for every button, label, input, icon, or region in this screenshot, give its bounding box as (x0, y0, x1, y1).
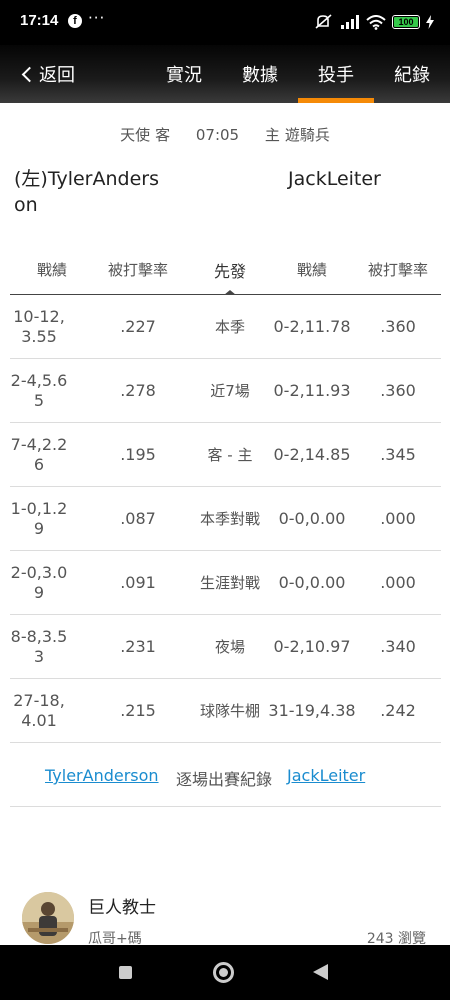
battery-percent: 100 (398, 17, 414, 27)
back-triangle-icon[interactable] (313, 964, 328, 980)
split-label: 夜場 (214, 638, 245, 656)
right-avg: .360 (380, 317, 416, 336)
divider (10, 806, 441, 807)
right-record: 0-2,10.97 (273, 637, 351, 656)
battery-icon: 100 (392, 15, 420, 29)
active-tab-indicator (298, 98, 374, 103)
stats-table-header: 戰績 被打擊率 先發 戰績 被打擊率 (10, 250, 441, 295)
right-avg: .360 (380, 381, 416, 400)
split-label: 本季對戰 (199, 510, 260, 528)
header-right-record: 戰績 (296, 261, 327, 279)
split-label: 近7場 (210, 382, 250, 400)
right-avg: .345 (380, 445, 416, 464)
left-avg: .278 (120, 381, 156, 400)
back-button[interactable]: 返回 (21, 61, 75, 87)
left-pitcher-game-log-link[interactable]: TylerAnderson (45, 766, 159, 785)
right-pitcher-game-log-link[interactable]: JackLeiter (287, 766, 365, 785)
tab-live[interactable]: 實況 (166, 61, 202, 87)
table-row: 2-4,5.65 .278 近7場 0-2,11.93 .360 (10, 359, 441, 423)
right-record: 31-19,4.38 (268, 701, 356, 720)
game-log-links: TylerAnderson 逐場出賽紀錄 JackLeiter (0, 766, 450, 789)
chevron-left-icon (21, 66, 38, 83)
left-record: 2-4,5.65 (10, 371, 68, 410)
left-record: 2-0,3.09 (10, 563, 68, 602)
right-record: 0-2,14.85 (273, 445, 351, 464)
left-avg: .227 (120, 317, 156, 336)
back-label: 返回 (39, 65, 75, 86)
status-icons: 100 (314, 12, 434, 32)
right-avg: .000 (380, 573, 416, 592)
table-row: 10-12,3.55 .227 本季 0-2,11.78 .360 (10, 295, 441, 359)
recent-apps-icon[interactable] (119, 966, 132, 979)
left-record: 1-0,1.29 (10, 499, 68, 538)
right-avg: .340 (380, 637, 416, 656)
system-navigation-bar (0, 945, 450, 1000)
charging-icon (426, 15, 434, 29)
table-row: 8-8,3.53 .231 夜場 0-2,10.97 .340 (10, 615, 441, 679)
facebook-notification-icon: f (68, 14, 82, 28)
matchup-info: 天使客 07:05 主遊騎兵 (0, 124, 450, 145)
home-starting-pitcher: JackLeiter (288, 168, 381, 190)
tab-stats[interactable]: 數據 (242, 61, 278, 87)
split-label: 本季 (214, 318, 245, 336)
right-record: 0-0,0.00 (278, 509, 346, 528)
split-label: 客 - 主 (207, 446, 253, 464)
left-record: 8-8,3.53 (10, 627, 68, 666)
away-starting-pitcher: (左)TylerAnderson (14, 168, 159, 216)
right-avg: .000 (380, 509, 416, 528)
tab-records[interactable]: 紀錄 (394, 61, 430, 87)
table-row: 27-18,4.01 .215 球隊牛棚 31-19,4.38 .242 (10, 679, 441, 743)
left-record: 10-12,3.55 (13, 307, 65, 346)
right-record: 0-2,11.78 (273, 317, 351, 336)
split-label: 球隊牛棚 (199, 702, 260, 720)
split-label: 生涯對戰 (199, 574, 260, 592)
game-time: 07:05 (195, 126, 240, 144)
home-tag: 主 (264, 126, 280, 144)
wifi-icon (366, 14, 386, 30)
mute-vibrate-icon (315, 14, 332, 29)
away-team: 天使 (120, 126, 151, 144)
table-row: 1-0,1.29 .087 本季對戰 0-0,0.00 .000 (10, 487, 441, 551)
home-icon[interactable] (213, 962, 234, 983)
top-nav-bar: 返回 實況 數據 投手 紀錄 (0, 45, 450, 103)
header-right-avg: 被打擊率 (367, 261, 428, 279)
status-time: 17:14 (20, 12, 59, 29)
right-record: 0-2,11.93 (273, 381, 351, 400)
signal-icon (341, 15, 359, 29)
game-log-label: 逐場出賽紀錄 (176, 770, 273, 789)
left-record: 7-4,2.26 (10, 435, 68, 474)
header-left-avg: 被打擊率 (107, 261, 168, 279)
left-avg: .231 (120, 637, 156, 656)
header-left-record: 戰績 (36, 261, 67, 279)
left-avg: .195 (120, 445, 156, 464)
table-row: 7-4,2.26 .195 客 - 主 0-2,14.85 .345 (10, 423, 441, 487)
tab-pitchers[interactable]: 投手 (318, 61, 354, 87)
right-record: 0-0,0.00 (278, 573, 346, 592)
status-bar: 17:14 f ··· 100 (0, 0, 450, 45)
avatar-image (22, 892, 74, 944)
table-row: 2-0,3.09 .091 生涯對戰 0-0,0.00 .000 (10, 551, 441, 615)
right-avg: .242 (380, 701, 416, 720)
header-starter[interactable]: 先發 (178, 258, 282, 282)
away-tag: 客 (155, 126, 171, 144)
left-avg: .215 (120, 701, 156, 720)
home-team: 遊騎兵 (284, 126, 330, 144)
author-avatar[interactable] (22, 892, 74, 944)
more-notifications-icon: ··· (88, 9, 106, 27)
left-avg: .091 (120, 573, 156, 592)
left-avg: .087 (120, 509, 156, 528)
left-record: 27-18,4.01 (13, 691, 65, 730)
author-name[interactable]: 巨人教士 (88, 893, 156, 918)
